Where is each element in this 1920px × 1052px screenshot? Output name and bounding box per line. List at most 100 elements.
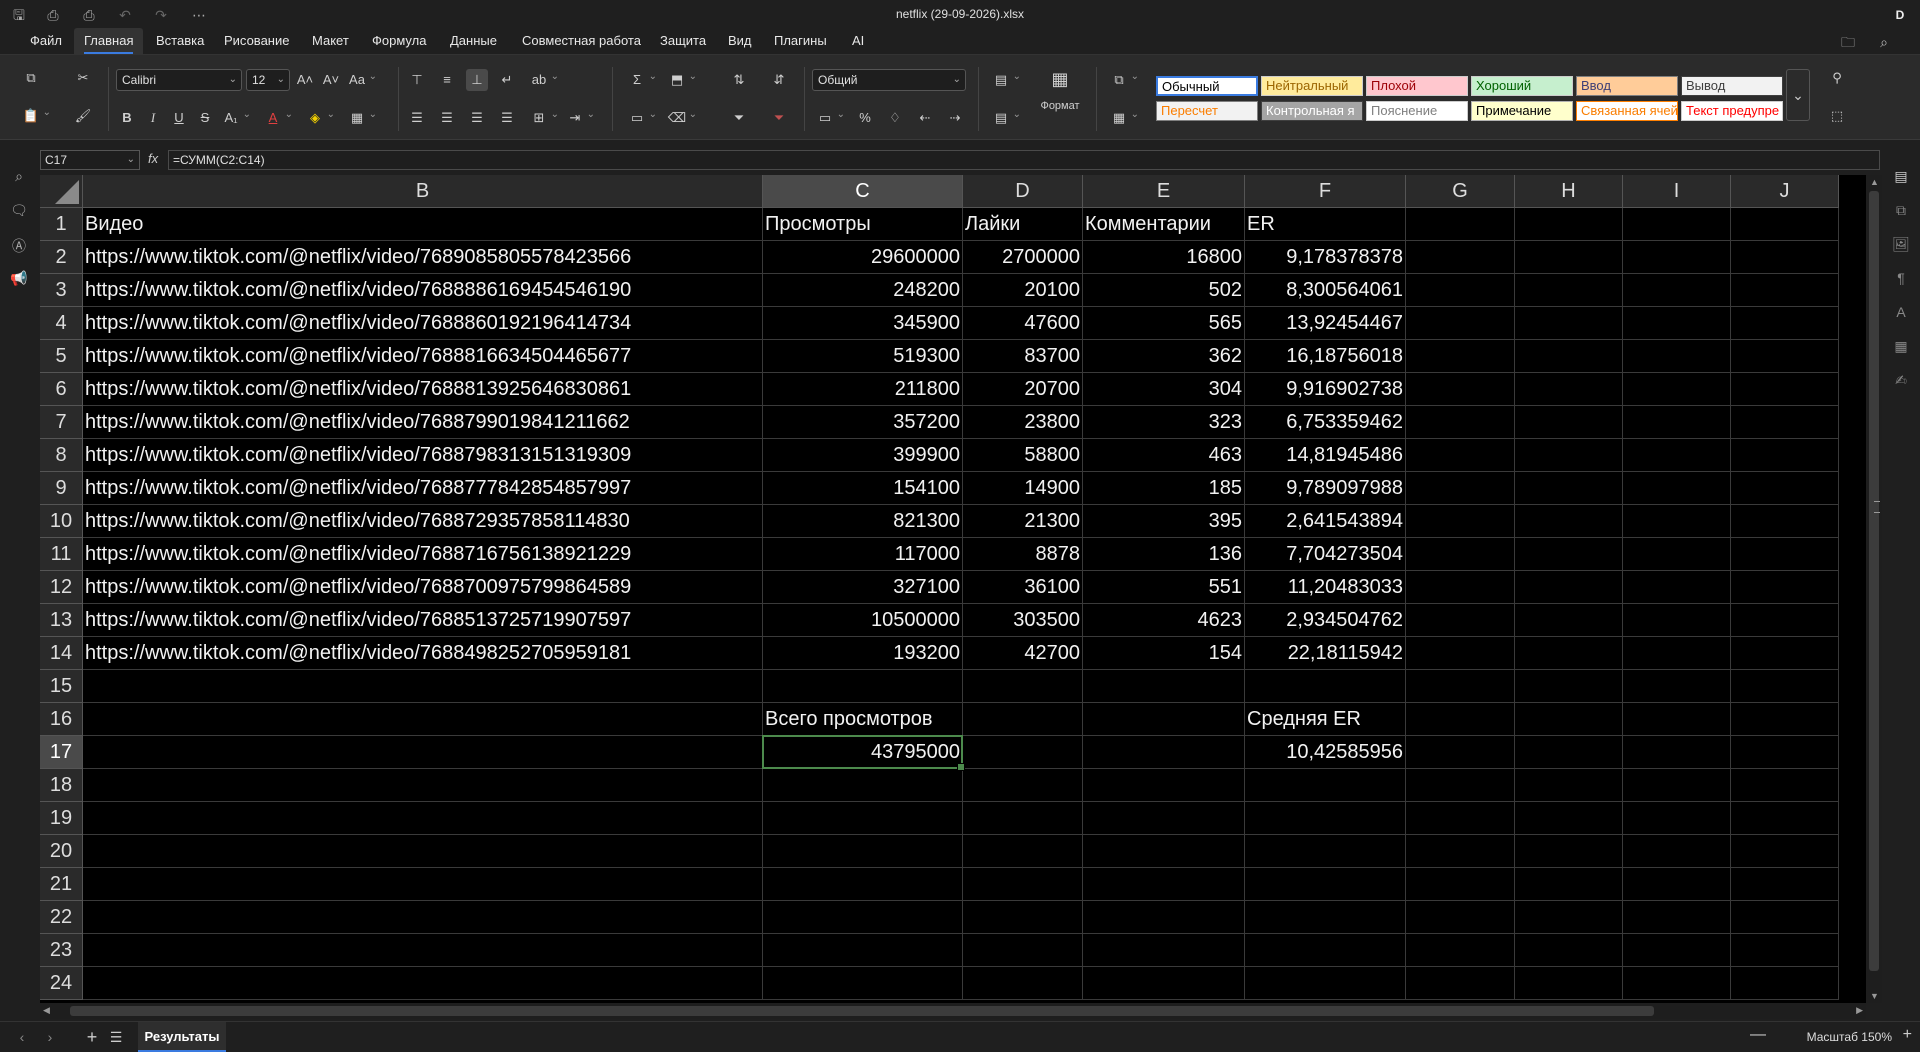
cell-f12[interactable]: 11,20483033: [1245, 571, 1406, 604]
cell-d21[interactable]: [963, 868, 1083, 901]
tab-formula[interactable]: Формула: [362, 28, 436, 54]
cell-h24[interactable]: [1515, 967, 1623, 1000]
cell-c6[interactable]: 211800: [763, 373, 963, 406]
cell-e23[interactable]: [1083, 934, 1245, 967]
tab-plugins[interactable]: Плагины: [764, 28, 837, 54]
align-bottom-icon[interactable]: ⊥: [466, 69, 488, 91]
vertical-scroll-thumb[interactable]: [1869, 191, 1880, 971]
cell-j2[interactable]: [1731, 241, 1839, 274]
cell-f21[interactable]: [1245, 868, 1406, 901]
cell-g9[interactable]: [1406, 472, 1515, 505]
cell-b13[interactable]: https://www.tiktok.com/@netflix/video/76…: [83, 604, 763, 637]
cell-j9[interactable]: [1731, 472, 1839, 505]
cell-h2[interactable]: [1515, 241, 1623, 274]
zoom-in-icon[interactable]: +: [1903, 1026, 1912, 1044]
cell-e7[interactable]: 323: [1083, 406, 1245, 439]
cell-b16[interactable]: [83, 703, 763, 736]
cell-j14[interactable]: [1731, 637, 1839, 670]
sort-ascending-icon[interactable]: ⇅: [728, 69, 750, 91]
cell-d19[interactable]: [963, 802, 1083, 835]
fill-color-icon[interactable]: ◈: [304, 104, 335, 129]
cell-d23[interactable]: [963, 934, 1083, 967]
cell-h10[interactable]: [1515, 505, 1623, 538]
open-folder-icon[interactable]: 🗀: [1838, 32, 1858, 52]
active-cell-selection[interactable]: [762, 735, 965, 771]
text-art-icon[interactable]: A: [1891, 304, 1911, 324]
comma-style-icon[interactable]: ♢: [884, 107, 906, 129]
cell-d10[interactable]: 21300: [963, 505, 1083, 538]
cell-j5[interactable]: [1731, 340, 1839, 373]
conditional-rules-icon[interactable]: ▤: [990, 104, 1021, 129]
cell-d11[interactable]: 8878: [963, 538, 1083, 571]
cell-c2[interactable]: 29600000: [763, 241, 963, 274]
cell-g11[interactable]: [1406, 538, 1515, 571]
cell-e15[interactable]: [1083, 670, 1245, 703]
cell-e11[interactable]: 136: [1083, 538, 1245, 571]
horizontal-scrollbar[interactable]: ◀ ▶: [40, 1003, 1866, 1019]
cell-style-2[interactable]: Плохой: [1366, 76, 1468, 96]
link-icon[interactable]: ⚲: [1826, 67, 1848, 89]
borders-icon[interactable]: ▦: [346, 104, 377, 129]
column-header-i[interactable]: I: [1623, 175, 1731, 208]
cell-h19[interactable]: [1515, 802, 1623, 835]
cell-c18[interactable]: [763, 769, 963, 802]
cell-b24[interactable]: [83, 967, 763, 1000]
cell-f16[interactable]: Средняя ER: [1245, 703, 1406, 736]
cell-c16[interactable]: Всего просмотров: [763, 703, 963, 736]
format-as-table-button[interactable]: ▦ Формат: [1036, 63, 1084, 133]
subscript-icon[interactable]: A₁: [220, 104, 251, 129]
cell-i12[interactable]: [1623, 571, 1731, 604]
cell-f8[interactable]: 14,81945486: [1245, 439, 1406, 472]
cell-g5[interactable]: [1406, 340, 1515, 373]
align-center-icon[interactable]: ☰: [436, 107, 458, 129]
cell-d12[interactable]: 36100: [963, 571, 1083, 604]
cell-c7[interactable]: 357200: [763, 406, 963, 439]
cell-b4[interactable]: https://www.tiktok.com/@netflix/video/76…: [83, 307, 763, 340]
cell-style-11[interactable]: Текст предупре: [1681, 101, 1783, 121]
cell-i14[interactable]: [1623, 637, 1731, 670]
row-header-21[interactable]: 21: [40, 868, 83, 901]
cell-h21[interactable]: [1515, 868, 1623, 901]
cell-d6[interactable]: 20700: [963, 373, 1083, 406]
select-all-corner[interactable]: [40, 175, 83, 208]
cell-h5[interactable]: [1515, 340, 1623, 373]
feedback-icon[interactable]: 📢: [9, 270, 29, 290]
tab-ai[interactable]: AI: [842, 28, 874, 54]
tab-draw[interactable]: Рисование: [214, 28, 299, 54]
cell-i11[interactable]: [1623, 538, 1731, 571]
cell-f24[interactable]: [1245, 967, 1406, 1000]
orientation-icon[interactable]: ab: [528, 66, 559, 91]
cell-e22[interactable]: [1083, 901, 1245, 934]
cell-j13[interactable]: [1731, 604, 1839, 637]
cell-g8[interactable]: [1406, 439, 1515, 472]
cell-f10[interactable]: 2,641543894: [1245, 505, 1406, 538]
cell-h16[interactable]: [1515, 703, 1623, 736]
cell-f7[interactable]: 6,753359462: [1245, 406, 1406, 439]
number-format-select[interactable]: Общий ⌄: [812, 69, 966, 91]
cell-b20[interactable]: [83, 835, 763, 868]
cell-c4[interactable]: 345900: [763, 307, 963, 340]
cell-g17[interactable]: [1406, 736, 1515, 769]
cell-h6[interactable]: [1515, 373, 1623, 406]
cell-j10[interactable]: [1731, 505, 1839, 538]
cell-b6[interactable]: https://www.tiktok.com/@netflix/video/76…: [83, 373, 763, 406]
cell-c22[interactable]: [763, 901, 963, 934]
column-header-h[interactable]: H: [1515, 175, 1623, 208]
cell-e8[interactable]: 463: [1083, 439, 1245, 472]
cell-b12[interactable]: https://www.tiktok.com/@netflix/video/76…: [83, 571, 763, 604]
comments-icon[interactable]: 🗨: [9, 202, 29, 222]
cell-e16[interactable]: [1083, 703, 1245, 736]
align-top-icon[interactable]: ⊤: [406, 69, 428, 91]
cell-b7[interactable]: https://www.tiktok.com/@netflix/video/76…: [83, 406, 763, 439]
row-header-14[interactable]: 14: [40, 637, 83, 670]
name-box[interactable]: C17 ⌄: [40, 150, 140, 170]
cell-e3[interactable]: 502: [1083, 274, 1245, 307]
cell-d7[interactable]: 23800: [963, 406, 1083, 439]
row-header-6[interactable]: 6: [40, 373, 83, 406]
cell-d22[interactable]: [963, 901, 1083, 934]
cell-g14[interactable]: [1406, 637, 1515, 670]
cell-c20[interactable]: [763, 835, 963, 868]
cell-i19[interactable]: [1623, 802, 1731, 835]
cell-f1[interactable]: ER: [1245, 208, 1406, 241]
cell-j23[interactable]: [1731, 934, 1839, 967]
